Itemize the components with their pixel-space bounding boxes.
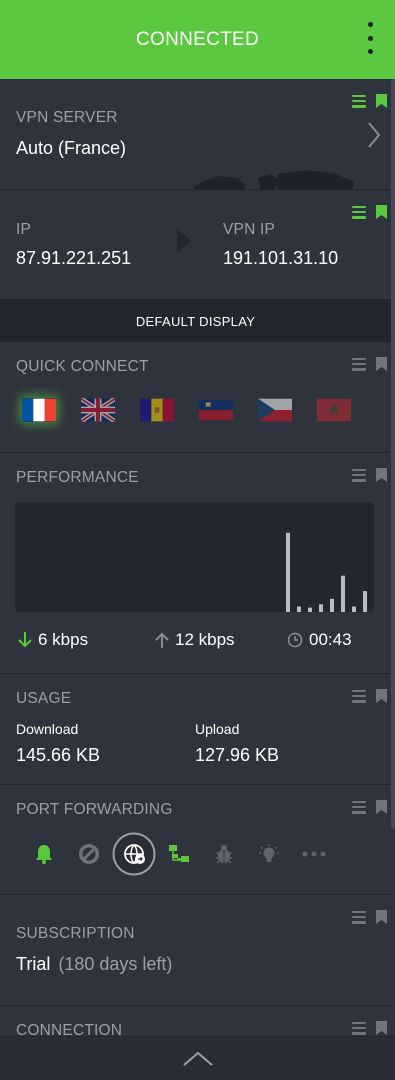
status-header: CONNECTED (0, 0, 395, 79)
performance-bar (286, 532, 290, 612)
drag-handle-icon[interactable] (352, 468, 366, 482)
upload-value: 127.96 KB (195, 745, 280, 765)
drag-handle-icon[interactable] (352, 357, 366, 371)
subscription-label: SUBSCRIPTION (16, 925, 135, 942)
app-window: CONNECTED VPN SERVER Auto (France) IP 87… (0, 0, 395, 1080)
flag-czech-republic[interactable] (258, 398, 292, 422)
vpn-server-label: VPN SERVER (16, 109, 118, 126)
drag-handle-icon[interactable] (352, 94, 366, 108)
flag-liechtenstein[interactable] (199, 398, 233, 422)
performance-bar (308, 607, 312, 612)
bell-icon[interactable] (22, 832, 66, 876)
bookmark-icon[interactable] (376, 94, 387, 108)
subscription-days-left: (180 days left) (58, 954, 173, 974)
flag-morocco[interactable] (317, 398, 351, 422)
drag-handle-icon[interactable] (352, 205, 366, 219)
drag-handle-icon[interactable] (352, 910, 366, 924)
bookmark-icon[interactable] (376, 1021, 387, 1035)
performance-bar (352, 606, 356, 612)
download-value: 145.66 KB (16, 745, 101, 765)
quick-connect-flags (22, 398, 351, 422)
download-speed-value: 6 kbps (38, 630, 89, 649)
performance-bar (363, 591, 367, 612)
bookmark-icon[interactable] (376, 689, 387, 703)
download-speed: 6 kbps (18, 630, 88, 650)
performance-label: PERFORMANCE (16, 469, 139, 486)
performance-bar (330, 598, 334, 612)
session-time-value: 00:43 (309, 630, 352, 649)
upload-speed: 12 kbps (155, 630, 235, 650)
default-display-button[interactable]: DEFAULT DISPLAY (0, 300, 391, 342)
performance-bar (319, 604, 323, 612)
connection-status: CONNECTED (135, 28, 260, 50)
flag-andorra[interactable] (140, 398, 174, 422)
flag-france[interactable] (22, 398, 56, 422)
vpn-server-card[interactable]: VPN SERVER Auto (France) (0, 79, 391, 254)
bug-icon[interactable] (202, 832, 246, 876)
upload-label: Upload (195, 721, 240, 737)
quick-connect-label: QUICK CONNECT (16, 358, 149, 375)
ip-value: 87.91.221.251 (16, 248, 132, 268)
performance-bar (297, 606, 301, 612)
network-icon[interactable] (157, 832, 201, 876)
connection-label: CONNECTION (16, 1022, 123, 1036)
drag-handle-icon[interactable] (352, 1021, 366, 1035)
more-menu-icon[interactable] (365, 22, 375, 54)
vpn-ip-label: VPN IP (223, 221, 276, 238)
subscription-card: SUBSCRIPTION Trial (180 days left) (0, 895, 391, 1006)
performance-bars (286, 532, 378, 612)
drag-handle-icon[interactable] (352, 689, 366, 703)
subscription-plan: Trial (16, 954, 51, 974)
vpn-server-value: Auto (France) (16, 138, 127, 158)
ip-label: IP (16, 221, 32, 238)
upload-speed-value: 12 kbps (175, 630, 235, 649)
bookmark-icon[interactable] (376, 357, 387, 371)
drag-handle-icon[interactable] (352, 800, 366, 814)
block-icon[interactable] (67, 832, 111, 876)
flag-united-kingdom[interactable] (81, 398, 115, 422)
subscription-status: Trial (180 days left) (16, 954, 172, 975)
arrow-up-icon (155, 632, 169, 648)
chevron-up-icon[interactable] (182, 1051, 213, 1066)
performance-graph (15, 502, 378, 612)
port-forwarding-options (22, 832, 337, 876)
clock-icon (287, 632, 303, 648)
download-label: Download (16, 721, 79, 737)
default-display-label: DEFAULT DISPLAY (135, 313, 256, 329)
scrollbar[interactable] (391, 79, 395, 829)
arrow-down-icon (18, 632, 32, 648)
lightbulb-icon[interactable] (247, 832, 291, 876)
bookmark-icon[interactable] (376, 205, 387, 219)
port-forwarding-label: PORT FORWARDING (16, 801, 173, 818)
usage-card: USAGE Download 145.66 KB Upload 127.96 K… (0, 674, 391, 785)
vpn-ip-value: 191.101.31.10 (223, 248, 339, 268)
usage-label: USAGE (16, 690, 72, 707)
bookmark-icon[interactable] (376, 800, 387, 814)
connection-card: CONNECTION (0, 1006, 391, 1036)
chevron-right-icon[interactable] (367, 121, 381, 149)
performance-bar (341, 575, 345, 612)
globe-forward-icon[interactable] (112, 832, 156, 876)
arrow-right-icon (177, 229, 191, 253)
ip-card: IP 87.91.221.251 VPN IP 191.101.31.10 (0, 190, 391, 300)
more-options-icon[interactable] (292, 832, 336, 876)
collapse-bar[interactable] (0, 1036, 395, 1080)
bookmark-icon[interactable] (376, 910, 387, 924)
bookmark-icon[interactable] (376, 468, 387, 482)
session-time: 00:43 (287, 630, 352, 650)
